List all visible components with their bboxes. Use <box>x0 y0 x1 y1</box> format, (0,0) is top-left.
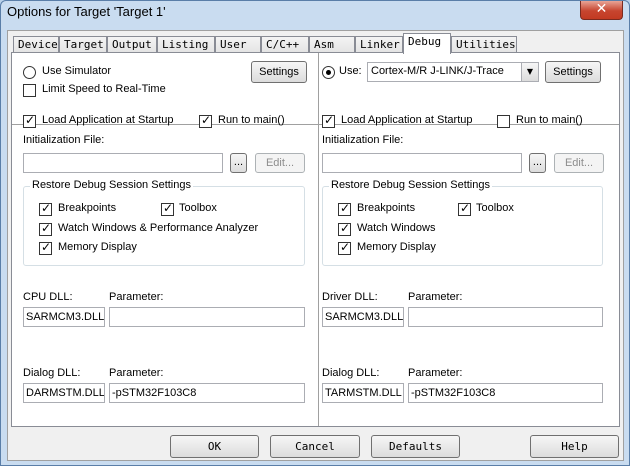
tab-device[interactable]: Device <box>13 36 59 53</box>
left-breakpoints-label: Breakpoints <box>58 202 117 214</box>
driver-dll-parameter-label: Parameter: <box>408 291 463 303</box>
options-dialog: Options for Target 'Target 1' ✕ Device T… <box>0 0 630 466</box>
cpu-dll-parameter-input[interactable] <box>109 307 305 327</box>
tab-debug[interactable]: Debug <box>403 33 451 54</box>
driver-settings-button[interactable]: Settings <box>545 61 601 83</box>
right-dialog-parameter-input[interactable]: -pSTM32F103C8 <box>408 383 603 403</box>
right-breakpoints-label: Breakpoints <box>357 202 416 214</box>
right-dialog-dll-input[interactable]: TARMSTM.DLL <box>322 383 404 403</box>
help-button[interactable]: Help <box>530 435 619 458</box>
left-run-to-main-checkbox[interactable] <box>199 113 212 128</box>
tab-output[interactable]: Output <box>107 36 157 53</box>
tab-cc[interactable]: C/C++ <box>261 36 309 53</box>
left-browse-button[interactable]: ... <box>230 153 247 173</box>
limit-speed-checkbox[interactable] <box>23 84 36 97</box>
ok-button[interactable]: OK <box>170 435 259 458</box>
limit-speed-label: Limit Speed to Real-Time <box>42 83 166 95</box>
cpu-dll-label: CPU DLL: <box>23 291 73 303</box>
left-memory-label: Memory Display <box>58 241 137 253</box>
tab-user[interactable]: User <box>215 36 261 53</box>
tab-listing[interactable]: Listing <box>157 36 215 53</box>
right-load-app-checkbox[interactable] <box>322 113 335 128</box>
simulator-settings-button[interactable]: Settings <box>251 61 307 83</box>
tab-target[interactable]: Target <box>59 36 107 53</box>
driver-dll-input[interactable]: SARMCM3.DLL <box>322 307 404 327</box>
right-memory-checkbox[interactable] <box>338 240 351 255</box>
driver-dll-parameter-input[interactable] <box>408 307 603 327</box>
left-watch-label: Watch Windows & Performance Analyzer <box>58 222 259 234</box>
left-memory-checkbox[interactable] <box>39 240 52 255</box>
use-simulator-label: Use Simulator <box>42 65 112 77</box>
left-load-app-label: Load Application at Startup <box>42 114 174 126</box>
left-toolbox-checkbox[interactable] <box>161 201 174 216</box>
right-init-file-input[interactable] <box>322 153 522 173</box>
right-edit-button[interactable]: Edit... <box>554 153 604 173</box>
right-browse-button[interactable]: ... <box>529 153 546 173</box>
title-bar[interactable]: Options for Target 'Target 1' ✕ <box>1 1 629 25</box>
cpu-dll-input[interactable]: SARMCM3.DLL <box>23 307 105 327</box>
right-memory-label: Memory Display <box>357 241 436 253</box>
right-restore-title: Restore Debug Session Settings <box>329 179 492 191</box>
use-simulator-radio[interactable] <box>23 66 36 79</box>
right-dialog-parameter-label: Parameter: <box>408 367 463 379</box>
dialog-client: Device Target Output Listing User C/C++ … <box>7 30 624 461</box>
left-dialog-dll-label: Dialog DLL: <box>23 367 81 379</box>
use-driver-label: Use: <box>339 65 362 77</box>
chevron-down-icon[interactable]: ▼ <box>521 63 538 81</box>
close-button[interactable]: ✕ <box>580 1 623 20</box>
driver-dll-label: Driver DLL: <box>322 291 378 303</box>
use-driver-radio[interactable] <box>322 66 335 79</box>
tab-utilities[interactable]: Utilities <box>451 36 517 53</box>
right-init-file-label: Initialization File: <box>322 134 404 146</box>
tab-linker[interactable]: Linker <box>355 36 403 53</box>
driver-select[interactable]: Cortex-M/R J-LINK/J-Trace ▼ <box>367 62 539 82</box>
close-icon: ✕ <box>595 1 608 17</box>
right-toolbox-checkbox[interactable] <box>458 201 471 216</box>
left-load-app-checkbox[interactable] <box>23 113 36 128</box>
right-load-app-label: Load Application at Startup <box>341 114 473 126</box>
cancel-button[interactable]: Cancel <box>270 435 360 458</box>
left-dialog-dll-input[interactable]: DARMSTM.DLL <box>23 383 105 403</box>
left-edit-button[interactable]: Edit... <box>255 153 305 173</box>
right-breakpoints-checkbox[interactable] <box>338 201 351 216</box>
right-watch-checkbox[interactable] <box>338 221 351 236</box>
window-title: Options for Target 'Target 1' <box>7 4 166 19</box>
right-run-to-main-label: Run to main() <box>516 114 583 126</box>
tab-asm[interactable]: Asm <box>309 36 355 53</box>
left-toolbox-label: Toolbox <box>179 202 217 214</box>
left-init-file-label: Initialization File: <box>23 134 105 146</box>
cpu-dll-parameter-label: Parameter: <box>109 291 164 303</box>
left-restore-title: Restore Debug Session Settings <box>30 179 193 191</box>
debug-page: Use Simulator Settings Limit Speed to Re… <box>11 52 620 427</box>
left-init-file-input[interactable] <box>23 153 223 173</box>
left-breakpoints-checkbox[interactable] <box>39 201 52 216</box>
right-toolbox-label: Toolbox <box>476 202 514 214</box>
right-dialog-dll-label: Dialog DLL: <box>322 367 380 379</box>
defaults-button[interactable]: Defaults <box>371 435 460 458</box>
right-watch-label: Watch Windows <box>357 222 436 234</box>
left-dialog-parameter-input[interactable]: -pSTM32F103C8 <box>109 383 305 403</box>
left-dialog-parameter-label: Parameter: <box>109 367 164 379</box>
left-watch-checkbox[interactable] <box>39 221 52 236</box>
left-run-to-main-label: Run to main() <box>218 114 285 126</box>
column-divider <box>318 53 319 426</box>
driver-select-value: Cortex-M/R J-LINK/J-Trace <box>371 65 504 77</box>
right-run-to-main-checkbox[interactable] <box>497 115 510 128</box>
